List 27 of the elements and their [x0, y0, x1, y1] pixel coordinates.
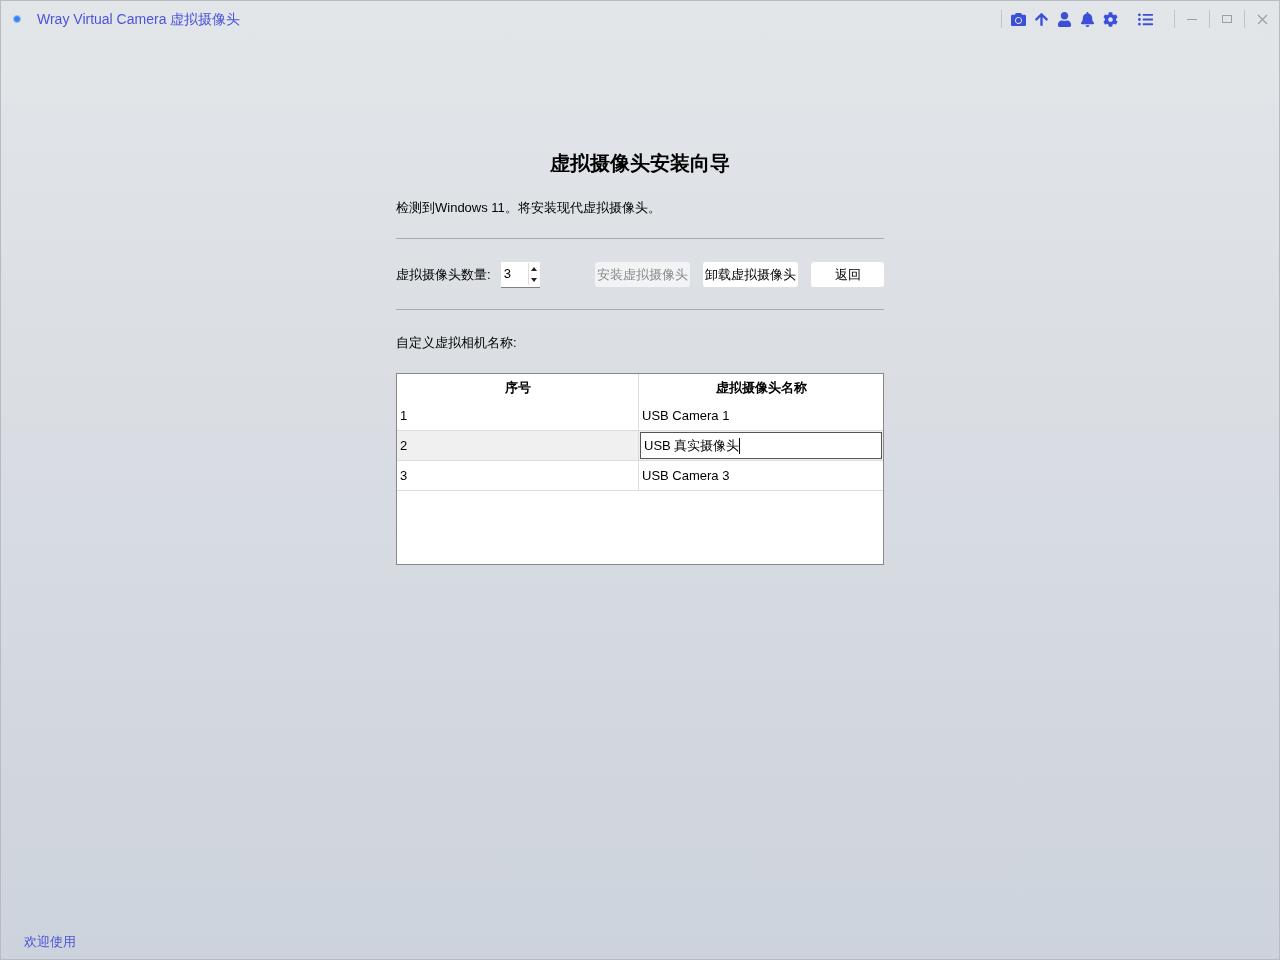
custom-names-label: 自定义虚拟相机名称: — [396, 333, 518, 352]
table-cell: 3 — [397, 461, 639, 490]
window-title: Wray Virtual Camera 虚拟摄像头 — [37, 9, 241, 29]
action-button[interactable]: 返回 — [811, 262, 884, 287]
table-cell: 2 — [397, 431, 639, 460]
detection-message: 检测到Windows 11。将安装现代虚拟摄像头。 — [396, 199, 662, 217]
settings-icon[interactable] — [1102, 10, 1119, 28]
wizard-heading: 虚拟摄像头安装向导 — [549, 151, 731, 176]
spin-down-icon[interactable] — [531, 277, 538, 282]
app-icon — [13, 15, 21, 23]
camera-count-spinbox[interactable]: 3 — [500, 261, 540, 288]
table-cell: 1 — [397, 401, 639, 430]
name-input-field[interactable]: USB 真实摄像头 — [640, 432, 882, 459]
status-text: 欢迎使用 — [23, 932, 77, 951]
table-cell-text: USB Camera 1 — [641, 406, 731, 425]
action-button[interactable]: 卸载虚拟摄像头 — [703, 262, 798, 287]
column-header: 序号 — [397, 374, 639, 401]
bell-icon[interactable] — [1079, 10, 1096, 28]
camera-count-label: 虚拟摄像头数量: — [396, 265, 491, 284]
user-icon[interactable] — [1056, 10, 1073, 28]
close-icon — [1256, 13, 1268, 25]
column-header: 虚拟摄像头名称 — [714, 378, 808, 397]
table-cell-text: USB Camera 3 — [641, 466, 731, 485]
list-icon[interactable] — [1137, 10, 1154, 28]
up-arrow-icon[interactable] — [1033, 10, 1050, 28]
camera-icon[interactable] — [1010, 10, 1027, 28]
spin-up-icon[interactable] — [531, 266, 538, 271]
